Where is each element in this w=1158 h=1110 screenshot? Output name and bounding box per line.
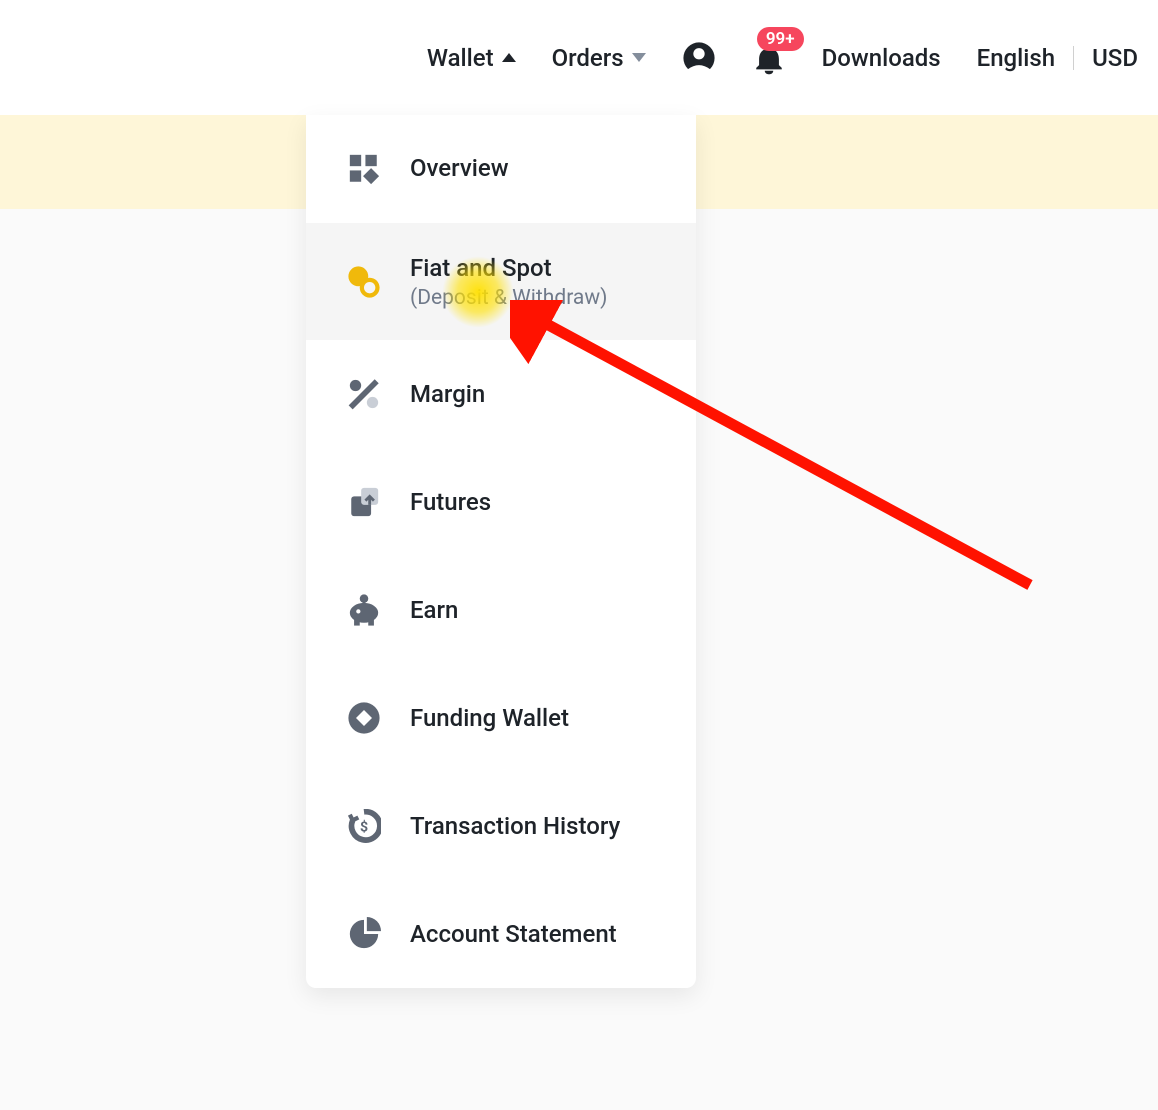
top-navbar: Wallet Orders 99+ Downloads English US xyxy=(0,0,1158,115)
dropdown-item-account-statement[interactable]: Account Statement xyxy=(306,880,696,988)
downloads-link[interactable]: Downloads xyxy=(822,44,941,72)
language-selector[interactable]: English xyxy=(977,44,1055,72)
caret-down-icon xyxy=(632,53,646,62)
svg-text:$: $ xyxy=(360,819,368,836)
dropdown-item-label: Account Statement xyxy=(410,919,617,950)
dropdown-item-label: Fiat and Spot xyxy=(410,253,607,284)
dropdown-item-earn[interactable]: Earn xyxy=(306,556,696,664)
dropdown-item-label: Funding Wallet xyxy=(410,703,569,734)
wallet-nav-label: Wallet xyxy=(427,44,494,72)
history-icon: $ xyxy=(346,808,382,844)
diamond-icon xyxy=(346,700,382,736)
notification-badge: 99+ xyxy=(757,27,804,51)
dropdown-item-fiat-and-spot[interactable]: Fiat and Spot (Deposit & Withdraw) xyxy=(306,223,696,340)
user-icon xyxy=(682,41,716,75)
exchange-icon xyxy=(346,264,382,300)
currency-selector[interactable]: USD xyxy=(1092,44,1138,72)
orders-nav-label: Orders xyxy=(552,44,624,72)
dropdown-item-transaction-history[interactable]: $ Transaction History xyxy=(306,772,696,880)
grid-icon xyxy=(346,151,382,187)
dropdown-item-label: Earn xyxy=(410,595,458,626)
dropdown-item-label: Futures xyxy=(410,487,491,518)
percent-icon xyxy=(346,376,382,412)
wallet-dropdown: Overview Fiat and Spot (Deposit & Withdr… xyxy=(306,115,696,988)
dropdown-item-sublabel: (Deposit & Withdraw) xyxy=(410,286,607,310)
wallet-nav[interactable]: Wallet xyxy=(427,44,516,72)
notifications-button[interactable]: 99+ xyxy=(752,41,786,75)
caret-up-icon xyxy=(502,53,516,62)
dropdown-item-futures[interactable]: Futures xyxy=(306,448,696,556)
user-menu[interactable] xyxy=(682,41,716,75)
dropdown-item-funding-wallet[interactable]: Funding Wallet xyxy=(306,664,696,772)
dropdown-item-label: Transaction History xyxy=(410,811,620,842)
piggy-icon xyxy=(346,592,382,628)
pie-icon xyxy=(346,916,382,952)
futures-icon xyxy=(346,484,382,520)
orders-nav[interactable]: Orders xyxy=(552,44,646,72)
dropdown-item-margin[interactable]: Margin xyxy=(306,340,696,448)
dropdown-item-label: Margin xyxy=(410,379,485,410)
dropdown-item-overview[interactable]: Overview xyxy=(306,115,696,223)
dropdown-item-label: Overview xyxy=(410,153,509,184)
divider xyxy=(1073,46,1074,70)
